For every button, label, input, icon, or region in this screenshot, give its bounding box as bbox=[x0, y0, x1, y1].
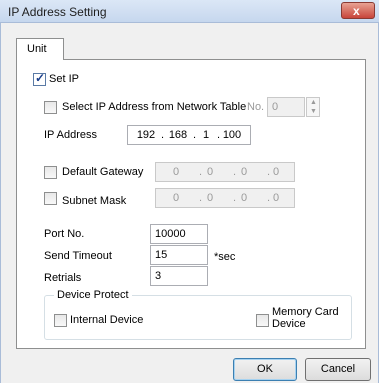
internal-device-label: Internal Device bbox=[70, 314, 144, 326]
subnet-mask-field[interactable]: 0 . 0 . 0 . 0 bbox=[155, 188, 295, 208]
set-ip-label: Set IP bbox=[49, 73, 79, 85]
memory-card-label-line1: Memory Card bbox=[272, 306, 339, 318]
gateway-octet-1: 0 bbox=[172, 166, 180, 178]
ip-address-field[interactable]: 192 . 168 . 1 . 100 bbox=[127, 125, 251, 145]
subnet-octet-2: 0 bbox=[206, 192, 214, 204]
select-from-network-table-label: Select IP Address from Network Table bbox=[62, 101, 247, 113]
memory-card-label-line2: Device bbox=[272, 318, 306, 330]
port-no-value: 10000 bbox=[155, 228, 186, 240]
send-timeout-unit: *sec bbox=[214, 251, 236, 263]
spinner-down-icon[interactable]: ▼ bbox=[310, 108, 317, 115]
network-table-no-field[interactable]: 0 bbox=[267, 97, 305, 117]
send-timeout-label: Send Timeout bbox=[44, 250, 112, 262]
ip-octet-1: 192 bbox=[136, 129, 156, 141]
subnet-octet-3: 0 bbox=[240, 192, 248, 204]
gateway-octet-3: 0 bbox=[240, 166, 248, 178]
close-button[interactable]: x bbox=[341, 2, 375, 19]
retrials-label: Retrials bbox=[44, 272, 82, 284]
subnet-octet-1: 0 bbox=[172, 192, 180, 204]
tab-unit[interactable]: Unit bbox=[16, 38, 64, 60]
ok-button[interactable]: OK bbox=[233, 358, 297, 381]
subnet-mask-label: Subnet Mask bbox=[62, 195, 127, 207]
default-gateway-checkbox[interactable] bbox=[44, 166, 57, 179]
spinner-up-icon[interactable]: ▲ bbox=[310, 99, 317, 106]
ip-octet-2: 168 bbox=[168, 129, 188, 141]
memory-card-device-checkbox[interactable] bbox=[256, 314, 269, 327]
ip-octet-3: 1 bbox=[202, 129, 210, 141]
port-no-label: Port No. bbox=[44, 228, 85, 240]
network-table-no-label: No. bbox=[247, 101, 265, 113]
send-timeout-field[interactable]: 15 bbox=[150, 245, 208, 265]
tab-unit-label: Unit bbox=[27, 43, 47, 55]
retrials-field[interactable]: 3 bbox=[150, 266, 208, 286]
close-icon: x bbox=[353, 4, 360, 18]
send-timeout-value: 15 bbox=[155, 249, 168, 261]
retrials-value: 3 bbox=[155, 270, 162, 282]
checkmark-icon: ✓ bbox=[35, 71, 46, 85]
select-from-network-table-checkbox[interactable] bbox=[44, 101, 57, 114]
port-no-field[interactable]: 10000 bbox=[150, 224, 208, 244]
network-table-no-spinner[interactable]: ▲ ▼ bbox=[306, 97, 320, 117]
cancel-button[interactable]: Cancel bbox=[305, 358, 371, 381]
gateway-octet-4: 0 bbox=[272, 166, 280, 178]
internal-device-checkbox[interactable] bbox=[54, 314, 67, 327]
set-ip-checkbox[interactable]: ✓ bbox=[33, 71, 46, 86]
subnet-octet-4: 0 bbox=[272, 192, 280, 204]
title-bar: IP Address Setting x bbox=[0, 0, 379, 23]
default-gateway-field[interactable]: 0 . 0 . 0 . 0 bbox=[155, 162, 295, 182]
network-table-no-value: 0 bbox=[272, 101, 279, 113]
default-gateway-label: Default Gateway bbox=[62, 166, 144, 178]
ip-octet-4: 100 bbox=[222, 129, 242, 141]
window-title: IP Address Setting bbox=[8, 5, 107, 19]
gateway-octet-2: 0 bbox=[206, 166, 214, 178]
device-protect-title: Device Protect bbox=[54, 289, 132, 301]
ip-address-label: IP Address bbox=[44, 129, 97, 141]
subnet-mask-checkbox[interactable] bbox=[44, 192, 57, 205]
